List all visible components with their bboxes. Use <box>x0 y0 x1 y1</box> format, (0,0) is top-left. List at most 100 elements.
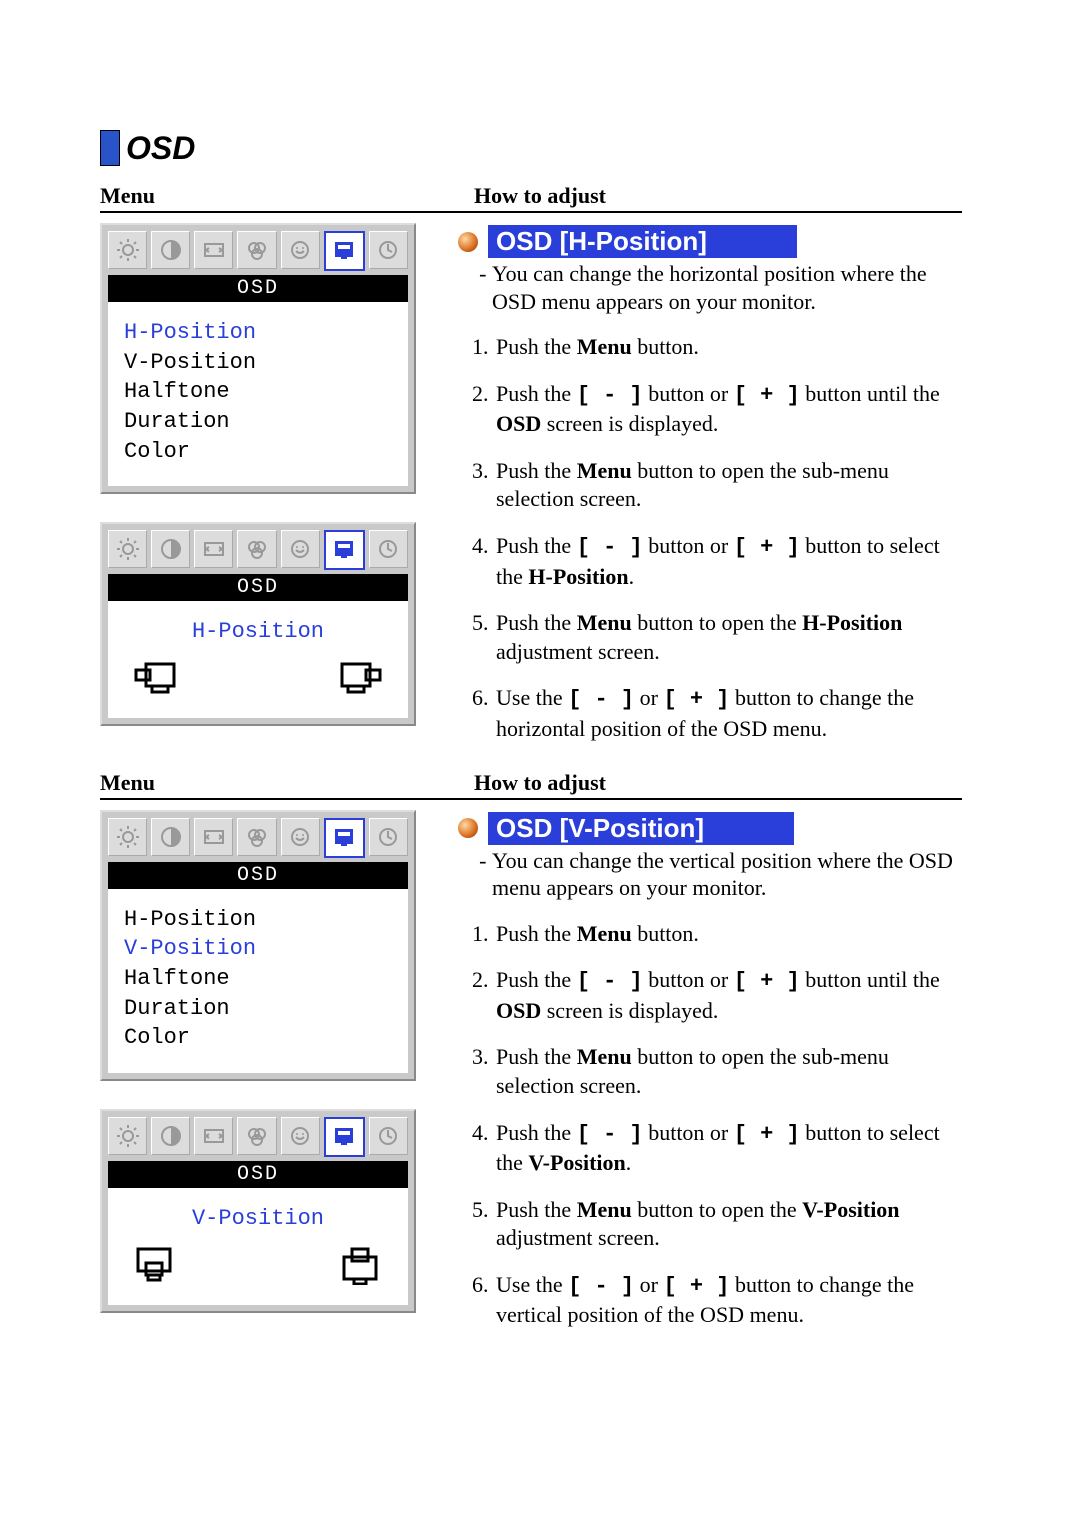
step-item: Push the Menu button. <box>494 333 962 362</box>
howto-column-label: How to adjust <box>470 183 962 209</box>
osd-menu-item: Duration <box>124 994 400 1024</box>
feature-title-wrap: OSD [V-Position] <box>458 812 962 845</box>
step-item: Push the Menu button to open the sub-men… <box>494 1043 962 1100</box>
howto-column-label: How to adjust <box>470 770 962 796</box>
osd-adjustment-area: V-Position <box>108 1188 408 1305</box>
reset-icon <box>369 818 408 856</box>
osd-menu-title: OSD <box>108 1161 408 1188</box>
step-item: Push the Menu button. <box>494 920 962 949</box>
brightness-icon <box>108 818 147 856</box>
menu-column: OSD H-PositionV-PositionHalftoneDuration… <box>100 810 440 1349</box>
step-item: Push the [ - ] button or [ + ] button un… <box>494 966 962 1025</box>
reset-icon <box>369 231 408 269</box>
feature-title: OSD [V-Position] <box>488 812 794 845</box>
reset-icon <box>369 1117 408 1155</box>
osd-menu-item: Halftone <box>124 377 400 407</box>
osd-menu-title: OSD <box>108 275 408 302</box>
osd-menu-item: Color <box>124 1023 400 1053</box>
osd-adjustment-label: V-Position <box>120 1206 396 1231</box>
reset-icon <box>369 530 408 568</box>
osd-menu-item: V-Position <box>124 348 400 378</box>
bullet-icon <box>458 232 478 252</box>
osd-icon <box>324 530 365 570</box>
contrast-icon <box>151 530 190 568</box>
osd-adjustment-right-icon <box>338 660 384 698</box>
osd-icon <box>324 1117 365 1157</box>
osd-menu-title: OSD <box>108 574 408 601</box>
brightness-icon <box>108 530 147 568</box>
osd-menu-item: H-Position <box>124 318 400 348</box>
color-icon <box>237 818 276 856</box>
howto-column: OSD [V-Position] - You can change the ve… <box>440 810 962 1349</box>
osd-icon-row <box>108 231 408 271</box>
howto-column: OSD [H-Position] - You can change the ho… <box>440 223 962 762</box>
steps-list: Push the Menu button. Push the [ - ] but… <box>494 920 962 1331</box>
feature-description: - You can change the horizontal position… <box>492 260 962 315</box>
osd-menu-title: OSD <box>108 862 408 889</box>
contrast-icon <box>151 818 190 856</box>
step-item: Push the [ - ] button or [ + ] button un… <box>494 380 962 439</box>
osd-adjustment-area: H-Position <box>108 601 408 718</box>
contrast-icon <box>151 1117 190 1155</box>
osd-menu-item: Duration <box>124 407 400 437</box>
osd-icon <box>324 818 365 858</box>
osd-adjustment-left-icon <box>132 1247 178 1285</box>
color-icon <box>237 530 276 568</box>
column-header-row: Menu How to adjust <box>100 762 962 800</box>
heading-accent-block <box>100 130 120 166</box>
step-item: Push the Menu button to open the V-Posit… <box>494 1196 962 1253</box>
osd-menu-panel: OSD H-PositionV-PositionHalftoneDuration… <box>100 810 416 1081</box>
osd-adjustment-panel: OSD V-Position <box>100 1109 416 1313</box>
menu-column-label: Menu <box>100 770 470 796</box>
feature-title: OSD [H-Position] <box>488 225 797 258</box>
section-body: OSD H-PositionV-PositionHalftoneDuration… <box>100 800 962 1349</box>
osd-adjustment-label: H-Position <box>120 619 396 644</box>
document-page: OSD Menu How to adjust OSD H-PositionV-P… <box>0 0 1080 1408</box>
color-icon <box>237 1117 276 1155</box>
osd-icon-row <box>108 1117 408 1157</box>
brightness-icon <box>108 231 147 269</box>
section-body: OSD H-PositionV-PositionHalftoneDuration… <box>100 213 962 762</box>
page-heading: OSD <box>100 130 962 167</box>
feature-title-wrap: OSD [H-Position] <box>458 225 962 258</box>
misc-icon <box>281 1117 320 1155</box>
size-icon <box>194 231 233 269</box>
menu-column-label: Menu <box>100 183 470 209</box>
misc-icon <box>281 818 320 856</box>
osd-adjustment-graphic <box>120 656 396 706</box>
osd-menu-list: H-PositionV-PositionHalftoneDurationColo… <box>108 889 408 1073</box>
step-item: Use the [ - ] or [ + ] button to change … <box>494 684 962 743</box>
heading-title: OSD <box>126 130 195 167</box>
osd-adjustment-graphic <box>120 1243 396 1293</box>
osd-adjustment-left-icon <box>132 660 178 698</box>
misc-icon <box>281 231 320 269</box>
step-item: Push the Menu button to open the H-Posit… <box>494 609 962 666</box>
osd-icon-row <box>108 818 408 858</box>
osd-icon-row <box>108 530 408 570</box>
step-item: Push the Menu button to open the sub-men… <box>494 457 962 514</box>
osd-menu-item: V-Position <box>124 934 400 964</box>
size-icon <box>194 530 233 568</box>
step-item: Use the [ - ] or [ + ] button to change … <box>494 1271 962 1330</box>
osd-adjustment-right-icon <box>338 1247 384 1285</box>
osd-menu-item: Color <box>124 437 400 467</box>
steps-list: Push the Menu button. Push the [ - ] but… <box>494 333 962 744</box>
osd-menu-item: H-Position <box>124 905 400 935</box>
size-icon <box>194 1117 233 1155</box>
color-icon <box>237 231 276 269</box>
step-item: Push the [ - ] button or [ + ] button to… <box>494 532 962 591</box>
menu-column: OSD H-PositionV-PositionHalftoneDuration… <box>100 223 440 762</box>
osd-icon <box>324 231 365 271</box>
misc-icon <box>281 530 320 568</box>
contrast-icon <box>151 231 190 269</box>
brightness-icon <box>108 1117 147 1155</box>
feature-description: - You can change the vertical position w… <box>492 847 962 902</box>
column-header-row: Menu How to adjust <box>100 175 962 213</box>
osd-menu-item: Halftone <box>124 964 400 994</box>
osd-adjustment-panel: OSD H-Position <box>100 522 416 726</box>
osd-menu-panel: OSD H-PositionV-PositionHalftoneDuration… <box>100 223 416 494</box>
step-item: Push the [ - ] button or [ + ] button to… <box>494 1119 962 1178</box>
size-icon <box>194 818 233 856</box>
bullet-icon <box>458 818 478 838</box>
osd-menu-list: H-PositionV-PositionHalftoneDurationColo… <box>108 302 408 486</box>
